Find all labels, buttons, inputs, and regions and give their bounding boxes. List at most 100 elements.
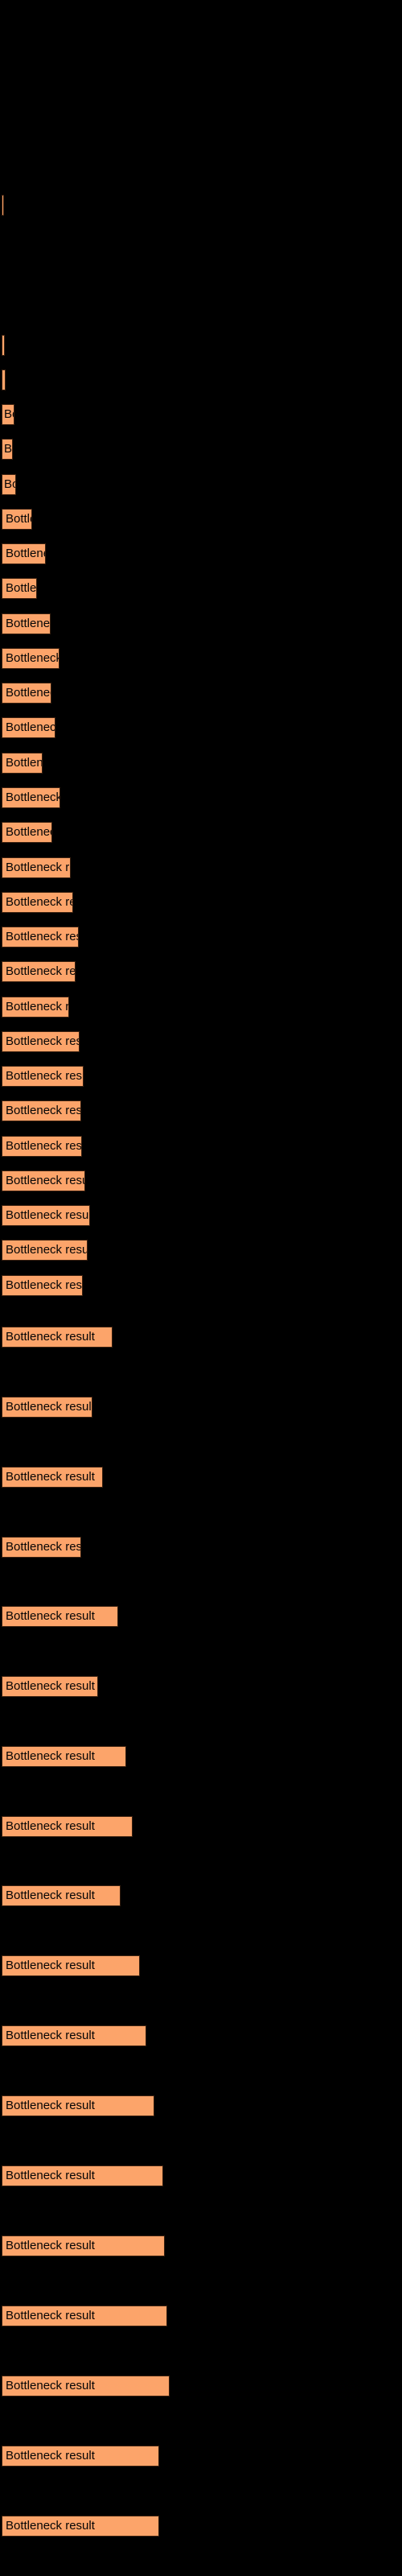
bar-row: Bottleneck result	[0, 1465, 402, 1489]
bar: Bottleneck result	[2, 509, 32, 530]
bar-label: Bottleneck result	[6, 1330, 95, 1344]
bar-label: Bottleneck result	[6, 720, 55, 734]
bar: Bottleneck result	[2, 1955, 140, 1976]
bar-row: Bottleneck result	[0, 2094, 402, 2118]
bar: Bottleneck result	[2, 2235, 165, 2256]
bar-label: Bottleneck result	[6, 2029, 95, 2042]
bar-row: Bottleneck result	[0, 542, 402, 566]
bar-label: Bottleneck result	[6, 2099, 95, 2112]
bar-row: Bottleneck result	[0, 333, 402, 357]
bar-label: Bottleneck result	[4, 442, 13, 456]
bar: Bottleneck result	[2, 1676, 98, 1697]
bar: Bottleneck result	[2, 2095, 154, 2116]
bar-label: Bottleneck result	[6, 1400, 92, 1414]
bar-row: Bottleneck result	[0, 2024, 402, 2048]
bar: Bottleneck result	[2, 822, 52, 843]
bar-label: Bottleneck result	[6, 861, 70, 874]
bar: Bottleneck result	[2, 1397, 92, 1418]
bar-label: Bottleneck result	[4, 477, 15, 491]
bar-label: Bottleneck result	[4, 370, 5, 390]
bar-row: Bottleneck result	[0, 995, 402, 1019]
bar: Bottleneck result	[2, 961, 76, 982]
bar-label: Bottleneck result	[6, 2169, 95, 2182]
bar-row: Bottleneck result	[0, 1325, 402, 1349]
bar-label: Bottleneck result	[6, 2519, 95, 2533]
bar-row: Bottleneck result	[0, 1884, 402, 1908]
bar-row: Bottleneck result	[0, 2234, 402, 2258]
bar: Bottleneck result	[2, 648, 59, 669]
bar: Bottleneck result	[2, 195, 4, 216]
bar: Bottleneck result	[2, 404, 14, 425]
bar-label: Bottleneck result	[6, 1034, 79, 1048]
bar: Bottleneck result	[2, 1606, 118, 1627]
bar-label: Bottleneck result	[6, 791, 60, 804]
bar: Bottleneck result	[2, 927, 79, 947]
bar-row: Bottleneck result	[0, 681, 402, 705]
bar: Bottleneck result	[2, 1100, 81, 1121]
bar-label: Bottleneck result	[6, 1069, 83, 1083]
bar: Bottleneck result	[2, 753, 43, 774]
bar-row: Bottleneck result	[0, 960, 402, 984]
bar: Bottleneck result	[2, 439, 13, 460]
bar-label: Bottleneck result	[6, 581, 37, 595]
bar-row: Bottleneck result	[0, 1274, 402, 1298]
bar-row: Bottleneck result	[0, 751, 402, 775]
bar: Bottleneck result	[2, 787, 60, 808]
bar-label: Bottleneck result	[4, 407, 14, 421]
bar-label: Bottleneck result	[6, 1243, 88, 1257]
bar: Bottleneck result	[2, 857, 71, 878]
bar-label: Bottleneck result	[6, 1139, 82, 1153]
bar-label: Bottleneck result	[6, 1749, 95, 1763]
bar-label: Bottleneck result	[6, 930, 78, 943]
bar: Bottleneck result	[2, 1136, 82, 1157]
bar: Bottleneck result	[2, 2306, 167, 2326]
bar: Bottleneck result	[2, 2025, 146, 2046]
bar-row: Bottleneck result	[0, 1203, 402, 1228]
bar: Bottleneck result	[2, 1327, 113, 1348]
bar-label: Bottleneck result	[6, 1208, 90, 1222]
bar: Bottleneck result	[2, 1275, 83, 1296]
bar-row: Bottleneck result	[0, 2514, 402, 2538]
bar-row: Bottleneck result	[0, 1238, 402, 1262]
bar-label: Bottleneck result	[6, 1174, 84, 1187]
bar: Bottleneck result	[2, 1205, 90, 1226]
bar-label: Bottleneck result	[6, 2309, 95, 2322]
bar: Bottleneck result	[2, 474, 16, 495]
bar-row: Bottleneck result	[0, 576, 402, 601]
bar-row: Bottleneck result	[0, 612, 402, 636]
bar-label: Bottleneck result	[4, 336, 5, 355]
bar-label: Bottleneck result	[6, 1470, 95, 1484]
bar-label: Bottleneck result	[6, 547, 45, 560]
bar: Bottleneck result	[2, 1031, 80, 1052]
bar-row: Bottleneck result	[0, 1030, 402, 1054]
bar: Bottleneck result	[2, 2446, 159, 2467]
bar: Bottleneck result	[2, 1537, 81, 1558]
bar-label: Bottleneck result	[6, 756, 43, 770]
bar-label: Bottleneck result	[6, 1819, 95, 1833]
bar: Bottleneck result	[2, 2165, 163, 2186]
bar-label: Bottleneck result	[6, 1540, 81, 1554]
bar: Bottleneck result	[2, 2376, 170, 2396]
bar: Bottleneck result	[2, 1467, 103, 1488]
bar: Bottleneck result	[2, 997, 69, 1018]
bar-label: Bottleneck result	[6, 2449, 95, 2462]
bar-row: Bottleneck result	[0, 2444, 402, 2468]
bar-row: Bottleneck result	[0, 925, 402, 949]
bar-row: Bottleneck result	[0, 1064, 402, 1088]
bar-row: Bottleneck result	[0, 646, 402, 671]
bar: Bottleneck result	[2, 578, 37, 599]
bar-label: Bottleneck result	[6, 2239, 95, 2252]
bar: Bottleneck result	[2, 717, 55, 738]
bar-row: Bottleneck result	[0, 1169, 402, 1193]
bar: Bottleneck result	[2, 1240, 88, 1261]
bar-label: Bottleneck result	[6, 686, 51, 700]
bar-row: Bottleneck result	[0, 437, 402, 461]
bar-label: Bottleneck result	[6, 1278, 83, 1292]
bar-row: Bottleneck result	[0, 856, 402, 880]
bar: Bottleneck result	[2, 543, 46, 564]
bar-row: Bottleneck result	[0, 1604, 402, 1629]
chart-page: TheBottlenecker.com Bottleneck resultBot…	[0, 0, 402, 2576]
bar-row: Bottleneck result	[0, 1744, 402, 1769]
bar: Bottleneck result	[2, 892, 73, 913]
bar: Bottleneck result	[2, 1066, 84, 1087]
